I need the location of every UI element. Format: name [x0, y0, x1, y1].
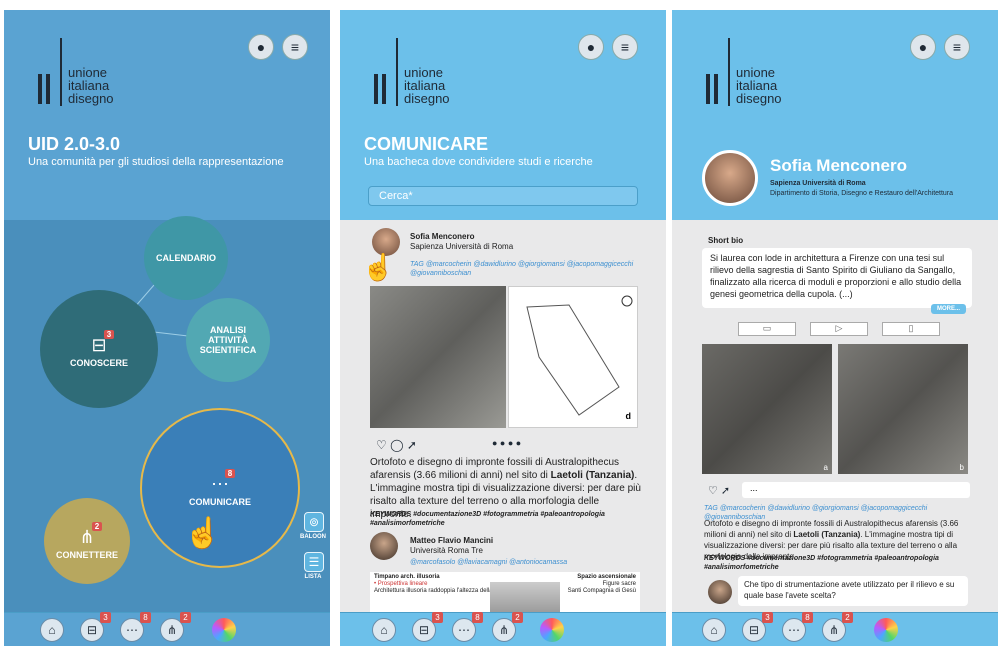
menu-icon[interactable]: ≡: [612, 34, 638, 60]
header: unione italiana disegno ● ≡ COMUNICARE Una…: [340, 10, 666, 220]
nav-connettere-icon[interactable]: ⋔ 2: [492, 612, 523, 642]
nav-comunicare-icon[interactable]: ⋯ 8: [452, 612, 483, 642]
photo-a[interactable]: a: [702, 344, 832, 474]
rainbow-icon[interactable]: [212, 618, 236, 642]
avatar[interactable]: [370, 532, 398, 560]
carousel-dots[interactable]: ● ● ● ●: [492, 438, 521, 448]
profile-name: Sofia Menconero: [770, 156, 907, 175]
comment-text: Che tipo di strumentazione avete utilizz…: [744, 580, 955, 600]
post-tags[interactable]: @marcofasolo @flaviacamagni @antoniocama…: [410, 558, 650, 567]
user-icon[interactable]: ●: [910, 34, 936, 60]
comment-input[interactable]: ...: [742, 482, 970, 498]
photo-b[interactable]: b: [838, 344, 968, 474]
post-actions[interactable]: ♡ ◯ ➚: [376, 438, 417, 452]
image-tab-icon[interactable]: ▭: [738, 322, 796, 336]
bottom-nav: ⌂ ⊟ 3 ⋯ 8 ⋔ 2: [4, 612, 330, 646]
connettere-circle[interactable]: 2 ⋔ CONNETTERE: [44, 498, 130, 584]
post-orthophoto[interactable]: [370, 286, 506, 428]
nav-conoscere-icon[interactable]: ⊟ 3: [412, 612, 443, 642]
bio-label: Short bio: [708, 236, 744, 245]
profile-department: Dipartimento di Storia, Disegno e Restau…: [770, 190, 954, 197]
hand-cursor-icon: ☝: [184, 517, 222, 550]
analisi-circle[interactable]: ANALISI ATTIVITÀ SCIENTIFICA: [186, 298, 270, 382]
video-tab-icon[interactable]: ▷: [810, 322, 868, 336]
user-icon[interactable]: ●: [578, 34, 604, 60]
rainbow-icon[interactable]: [874, 618, 898, 642]
chat-icon: ⋯: [211, 474, 229, 494]
home-icon[interactable]: ⌂: [702, 618, 726, 642]
profile-screen: unione italiana disegno ● ≡ Sofia Menconer…: [672, 10, 998, 646]
profile-university: Sapienza Università di Roma: [770, 180, 866, 187]
comment-card: Che tipo di strumentazione avete utilizz…: [738, 576, 968, 606]
connect-icon: ⋔: [79, 527, 95, 547]
book-icon: ⊟: [91, 335, 107, 355]
profile-avatar: [702, 150, 758, 206]
nav-connettere-icon[interactable]: ⋔ 2: [822, 612, 853, 642]
search-input[interactable]: Cerca*: [368, 186, 638, 206]
rainbow-icon[interactable]: [540, 618, 564, 642]
post-affiliation: Sapienza Università di Roma: [410, 242, 514, 251]
calendario-circle[interactable]: CALENDARIO: [144, 216, 228, 300]
bio-text: Si laurea con lode in architettura a Fir…: [710, 253, 962, 299]
hand-cursor-icon: ☝: [362, 252, 395, 282]
post-keywords[interactable]: KEYWORDS #documentazione3D #fotogrammetr…: [370, 510, 642, 528]
baloon-view-button[interactable]: ⊚: [304, 512, 324, 532]
post-keywords[interactable]: KEYWORDS #documentazione3D #fotogrammetr…: [704, 554, 974, 572]
document-tab-icon[interactable]: ▯: [882, 322, 940, 336]
post2-image[interactable]: Timpano arch. illusoria • Prospettiva lin…: [370, 572, 640, 614]
nav-comunicare-icon[interactable]: ⋯ 8: [782, 612, 813, 642]
menu-icon[interactable]: ≡: [944, 34, 970, 60]
post-tags[interactable]: TAG @marcocherin @dawidlurino @giorgioma…: [410, 260, 650, 278]
more-button[interactable]: MORE...: [930, 304, 966, 314]
post-affiliation: Università Roma Tre: [410, 546, 483, 555]
home-screen: unione italiana disegno ● ≡ UID 2.0-3.0 Un…: [4, 10, 330, 646]
nav-conoscere-icon[interactable]: ⊟ 3: [80, 612, 111, 642]
avatar[interactable]: [708, 580, 732, 604]
bottom-nav: ⌂ ⊟ 3 ⋯ 8 ⋔ 2: [672, 612, 998, 646]
conoscere-circle[interactable]: 3 ⊟ CONOSCERE: [40, 290, 158, 408]
header: unione italiana disegno ● ≡ Sofia Menconer…: [672, 10, 998, 220]
list-view-button[interactable]: ☰: [304, 552, 324, 572]
home-icon[interactable]: ⌂: [40, 618, 64, 642]
post-drawing[interactable]: d: [508, 286, 638, 428]
bio-card: Si laurea con lode in architettura a Fir…: [702, 248, 972, 314]
home-icon[interactable]: ⌂: [372, 618, 396, 642]
page-title: COMUNICARE: [364, 134, 488, 154]
nav-conoscere-icon[interactable]: ⊟ 3: [742, 612, 773, 642]
page-subtitle: Una bacheca dove condividere studi e ric…: [364, 156, 593, 168]
comunicare-screen: unione italiana disegno ● ≡ COMUNICARE Una…: [340, 10, 666, 646]
nav-comunicare-icon[interactable]: ⋯ 8: [120, 612, 151, 642]
nav-connettere-icon[interactable]: ⋔ 2: [160, 612, 191, 642]
bottom-nav: ⌂ ⊟ 3 ⋯ 8 ⋔ 2: [340, 612, 666, 646]
post-actions[interactable]: ♡ ➚: [708, 484, 730, 497]
